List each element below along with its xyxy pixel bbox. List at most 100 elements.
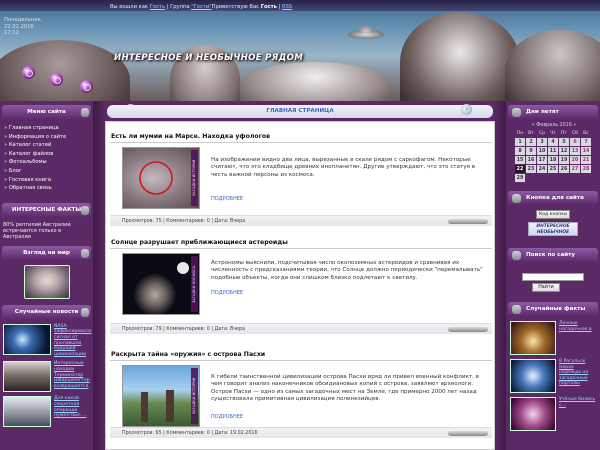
post-text: К гибели таинственной цивилизации остров…: [211, 374, 479, 403]
fact-link[interactable]: В Рогульск мерах надежда на загадочные п…: [556, 359, 597, 393]
fact-link[interactable]: Личные нагадочное в: [556, 321, 597, 355]
post-title[interactable]: Солнце разрушает приближающиеся астероид…: [110, 236, 492, 249]
fact-item[interactable]: Личные нагадочное в: [506, 317, 600, 355]
calendar-day[interactable]: 4: [548, 138, 558, 146]
news-item[interactable]: NASA зафиксировало сигнал от пропавшей б…: [0, 320, 93, 358]
main-content: ‹ ГЛАВНАЯ СТРАНИЦА › Есть ли мумии на Ма…: [93, 101, 506, 450]
facts-toggle-icon[interactable]: [512, 305, 521, 314]
menu-item[interactable]: Каталог файлов: [4, 150, 93, 159]
facts-title: ИНТЕРЕСНЫЕ ФАКТЫ: [2, 202, 91, 218]
fact-thumbnail[interactable]: [510, 359, 556, 393]
fact-item[interactable]: Учёные бились с...: [506, 393, 600, 431]
group-link[interactable]: "Гости": [191, 4, 211, 10]
news-toggle-icon[interactable]: [81, 307, 89, 317]
calendar-day[interactable]: 28: [581, 165, 591, 173]
calendar-day[interactable]: 2: [526, 138, 536, 146]
site-badge[interactable]: ИНТЕРЕСНОЕ НЕОБЫЧНОЕ: [528, 222, 578, 236]
fact-item[interactable]: В Рогульск мерах надежда на загадочные п…: [506, 355, 600, 393]
menu-item[interactable]: Блог: [4, 167, 93, 176]
calendar-day[interactable]: 12: [559, 147, 569, 155]
calendar-day[interactable]: 6: [570, 138, 580, 146]
code-button[interactable]: Код кнопки: [536, 210, 570, 219]
weekday-label: Ср: [538, 131, 546, 136]
news-link[interactable]: Интересные находки Терминатор Шварценегг…: [51, 361, 90, 392]
calendar-day[interactable]: 25: [548, 165, 558, 173]
rating-bar[interactable]: [448, 219, 488, 224]
menu-item[interactable]: Информация о сайте: [4, 133, 93, 142]
gaze-toggle-icon[interactable]: [81, 248, 89, 258]
news-link[interactable]: Для какой секретной операции нужен был .…: [51, 396, 90, 427]
orb-icon[interactable]: [22, 66, 35, 79]
news-item[interactable]: Для какой секретной операции нужен был .…: [0, 392, 93, 428]
orb-icon[interactable]: [80, 80, 93, 93]
rss-link[interactable]: RSS: [282, 4, 292, 10]
calendar-day[interactable]: 14: [581, 147, 591, 155]
calendar-day[interactable]: 26: [559, 165, 569, 173]
fact-thumbnail[interactable]: [510, 321, 556, 355]
post-tag: ЗАГАДКИ КОСМОСА: [191, 256, 198, 312]
menu-item[interactable]: Фотоальбомы: [4, 158, 93, 167]
calendar-day[interactable]: 16: [526, 156, 536, 164]
post-text: На изображении видно два лица, вырезанны…: [211, 157, 475, 178]
calendar-day[interactable]: 23: [526, 165, 536, 173]
rating-bar[interactable]: [448, 431, 488, 436]
menu-item[interactable]: Главная страница: [4, 124, 93, 133]
menu-toggle-icon[interactable]: [81, 108, 89, 117]
header-scenery: [505, 30, 600, 101]
fact-thumbnail[interactable]: [510, 397, 556, 431]
breadcrumb: ГЛАВНАЯ СТРАНИЦА: [107, 105, 493, 118]
calendar-day[interactable]: 1: [515, 138, 525, 146]
calendar-today[interactable]: 22: [515, 165, 525, 173]
site-title: ИНТЕРЕСНОЕ И НЕОБЫЧНОЕ РЯДОМ: [114, 53, 304, 63]
calendar-day[interactable]: 11: [548, 147, 558, 155]
menu-item[interactable]: Каталог статей: [4, 141, 93, 150]
read-more-link[interactable]: ПОДРОБНЕЕ: [211, 414, 243, 420]
news-thumbnail[interactable]: [3, 323, 51, 355]
calendar-title: Дни летят: [508, 105, 598, 120]
guest-link[interactable]: Гость: [150, 4, 165, 10]
calendar-day[interactable]: 5: [559, 138, 569, 146]
news-item[interactable]: Интересные находки Терминатор Шварценегг…: [0, 357, 93, 393]
button-toggle-icon[interactable]: [512, 194, 521, 203]
calendar-day[interactable]: 24: [537, 165, 547, 173]
post-title[interactable]: Есть ли мумии на Марсе. Находка уфологов: [110, 130, 492, 143]
read-more-link[interactable]: ПОДРОБНЕЕ: [211, 290, 243, 296]
post-title[interactable]: Раскрыта тайна «оружия» с острова Пасхи: [110, 348, 492, 361]
post-thumbnail[interactable]: ЗАГАДКИ ИСТОРИИ: [122, 147, 200, 209]
news-thumbnail[interactable]: [3, 361, 51, 393]
face-image[interactable]: [23, 264, 70, 299]
fact-link[interactable]: Учёные бились с...: [556, 397, 597, 431]
calendar-toggle-icon[interactable]: [512, 108, 521, 117]
post-thumbnail[interactable]: ЗАГАДКИ ИСТОРИИ: [122, 365, 200, 427]
calendar-day[interactable]: 3: [537, 138, 547, 146]
news-link[interactable]: NASA зафиксировало сигнал от пропавшей б…: [51, 324, 91, 358]
calendar-day[interactable]: 7: [581, 138, 591, 146]
calendar-day[interactable]: 27: [570, 165, 580, 173]
calendar-day[interactable]: 18: [548, 156, 558, 164]
next-arrow-icon[interactable]: ›: [461, 104, 472, 115]
ufo-image: [348, 26, 384, 39]
calendar-day[interactable]: 21: [581, 156, 591, 164]
calendar-day[interactable]: 9: [526, 147, 536, 155]
calendar-day[interactable]: 19: [559, 156, 569, 164]
rating-bar[interactable]: [448, 327, 488, 332]
news-thumbnail[interactable]: [3, 396, 51, 428]
calendar-day[interactable]: 8: [515, 147, 525, 155]
read-more-link[interactable]: ПОДРОБНЕЕ: [211, 196, 243, 202]
search-button[interactable]: Найти: [532, 283, 560, 292]
weekday-label: Вс: [583, 131, 589, 136]
calendar-day[interactable]: 20: [570, 156, 580, 164]
menu-item[interactable]: Гостевая книга: [4, 176, 93, 185]
search-toggle-icon[interactable]: [512, 251, 521, 260]
calendar-day[interactable]: 17: [537, 156, 547, 164]
calendar-day[interactable]: 15: [515, 156, 525, 164]
menu-item[interactable]: Обратная связь: [4, 184, 93, 193]
calendar-empty: [526, 174, 536, 182]
search-input[interactable]: [522, 273, 584, 281]
orb-icon[interactable]: [50, 73, 63, 86]
calendar-day[interactable]: 10: [537, 147, 547, 155]
calendar-day[interactable]: 29: [515, 174, 525, 182]
facts-toggle-icon[interactable]: [81, 205, 89, 215]
calendar-day[interactable]: 13: [570, 147, 580, 155]
post-thumbnail[interactable]: ЗАГАДКИ КОСМОСА: [122, 253, 200, 315]
